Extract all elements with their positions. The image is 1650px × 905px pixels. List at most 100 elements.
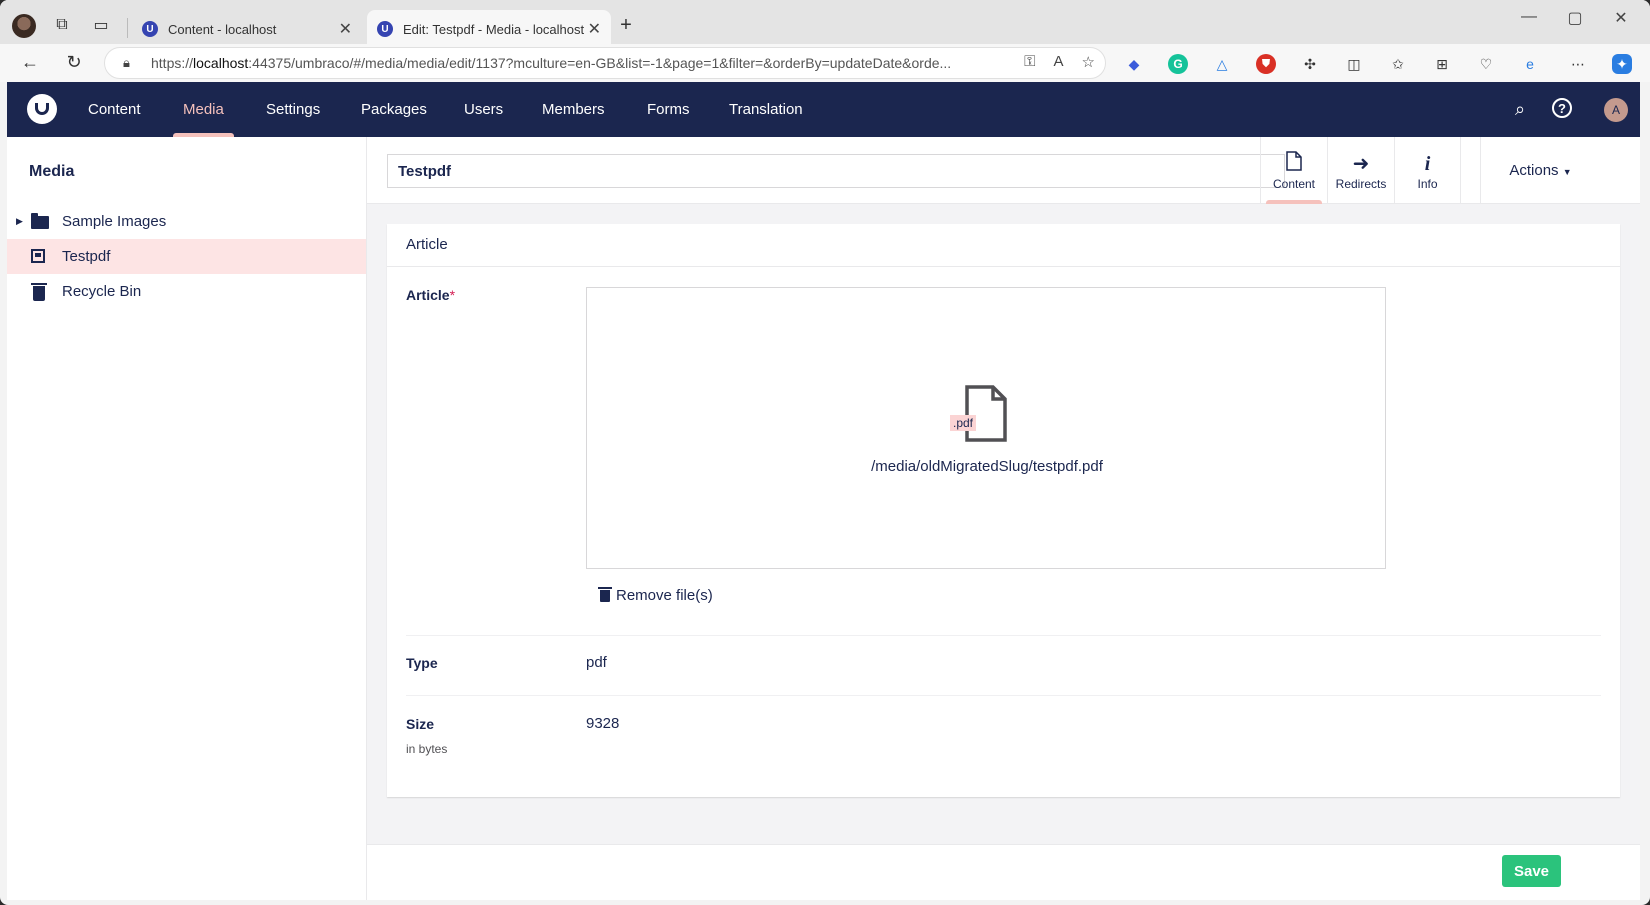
umbraco-logo-icon[interactable] <box>27 94 57 124</box>
lock-icon[interactable]: 🔒︎ <box>123 55 130 71</box>
sidebar-title[interactable]: Media <box>29 163 74 181</box>
performance-icon[interactable]: ♡ <box>1476 54 1496 74</box>
tree-item-label: Recycle Bin <box>62 283 142 300</box>
split-screen-icon[interactable]: ◫ <box>1344 54 1364 74</box>
type-value: pdf <box>586 654 607 671</box>
user-avatar[interactable]: A <box>1604 98 1628 122</box>
top-navigation: Content Media Settings Packages Users Me… <box>7 82 1640 137</box>
url-host: localhost <box>193 55 249 71</box>
property-divider <box>406 695 1601 696</box>
media-tree-sidebar: Media ▶ Sample Images Testpdf Recycle Bi… <box>7 137 367 900</box>
file-path-link[interactable]: /media/oldMigratedSlug/testpdf.pdf <box>587 458 1387 475</box>
property-divider <box>406 635 1601 636</box>
umbraco-favicon-icon: U <box>377 21 393 37</box>
browser-tab-media[interactable]: U Edit: Testpdf - Media - localhost ✕ <box>367 10 611 48</box>
new-tab-icon[interactable]: + <box>615 14 637 36</box>
tree-item-sample-images[interactable]: ▶ Sample Images <box>7 204 366 239</box>
nav-media[interactable]: Media <box>173 82 234 137</box>
close-tab-icon[interactable]: ✕ <box>339 19 352 39</box>
ublock-icon[interactable]: ⛊ <box>1256 54 1276 74</box>
arrow-right-icon: ➜ <box>1352 152 1370 175</box>
url-rest: :44375/umbraco/#/media/media/edit/1137?m… <box>248 55 952 71</box>
size-description: in bytes <box>406 742 448 756</box>
nav-content[interactable]: Content <box>88 82 141 137</box>
media-editor: Content ➜ Redirects i Info Actions ▼ Art… <box>367 137 1640 900</box>
tab-actions-icon[interactable]: ▭ <box>90 14 112 36</box>
nav-packages[interactable]: Packages <box>361 82 427 137</box>
media-file-icon <box>31 248 47 265</box>
app-tab-label: Redirects <box>1335 176 1387 191</box>
url-prefix: https:// <box>151 55 194 71</box>
back-icon[interactable]: ← <box>18 52 42 73</box>
read-aloud-icon[interactable]: A <box>1054 53 1064 71</box>
app-tab-label: Content <box>1272 176 1316 191</box>
pdf-file-icon <box>965 385 1007 442</box>
app-tab-info[interactable]: i Info <box>1394 137 1461 204</box>
settings-more-icon[interactable]: ⋯ <box>1568 54 1588 74</box>
copilot-icon[interactable]: ✦ <box>1612 54 1632 74</box>
tree-item-testpdf[interactable]: Testpdf <box>7 239 366 274</box>
favorites-icon[interactable]: ✩ <box>1388 54 1408 74</box>
size-value: 9328 <box>586 715 620 732</box>
editor-header: Content ➜ Redirects i Info Actions ▼ <box>367 137 1640 204</box>
editor-footer: Save <box>367 844 1640 900</box>
caret-down-icon: ▼ <box>1562 167 1572 177</box>
remove-files-label: Remove file(s) <box>616 587 713 604</box>
browser-tab-title: Edit: Testpdf - Media - localhost <box>403 21 585 37</box>
remove-files-button[interactable]: Remove file(s) <box>598 586 713 604</box>
close-window-icon[interactable]: ✕ <box>1606 8 1636 28</box>
browser-essentials-icon[interactable]: e <box>1520 54 1540 74</box>
browser-tabstrip: ⧉ ▭ U Content - localhost ✕ U Edit: Test… <box>0 0 1650 50</box>
tree-item-label: Testpdf <box>62 248 111 265</box>
app-tab-redirects[interactable]: ➜ Redirects <box>1327 137 1394 204</box>
required-marker: * <box>449 287 456 303</box>
extension-shield-icon[interactable]: ◆ <box>1124 54 1144 74</box>
file-preview-box[interactable]: .pdf /media/oldMigratedSlug/testpdf.pdf <box>586 287 1386 569</box>
file-extension-badge: .pdf <box>950 415 977 431</box>
umbraco-favicon-icon: U <box>142 21 158 37</box>
favorite-star-icon[interactable]: ☆ <box>1082 53 1095 71</box>
close-tab-icon[interactable]: ✕ <box>588 19 601 39</box>
extension-triangle-icon[interactable]: △ <box>1212 54 1232 74</box>
trash-icon <box>31 282 49 301</box>
actions-label: Actions <box>1509 162 1559 179</box>
help-icon[interactable]: ? <box>1552 98 1572 118</box>
nav-forms[interactable]: Forms <box>647 82 690 137</box>
nav-translation[interactable]: Translation <box>729 82 803 137</box>
grammarly-icon[interactable]: G <box>1168 54 1188 74</box>
document-icon <box>1286 150 1302 177</box>
url-actions: ⚿ A ☆ <box>1018 53 1095 71</box>
app-tab-content[interactable]: Content <box>1260 137 1327 204</box>
app-tab-label: Info <box>1417 176 1438 191</box>
workspaces-icon[interactable]: ⧉ <box>51 14 73 36</box>
folder-icon <box>31 212 49 230</box>
key-icon[interactable]: ⚿ <box>1024 53 1035 71</box>
maximize-icon[interactable]: ▢ <box>1560 8 1590 28</box>
property-group-panel: Article Article* .pdf /media/oldMigrated… <box>387 224 1620 797</box>
tab-separator <box>127 18 128 38</box>
expand-caret-icon[interactable]: ▶ <box>16 216 23 227</box>
media-name-input[interactable] <box>387 154 1285 188</box>
actions-dropdown-button[interactable]: Actions ▼ <box>1480 137 1600 204</box>
nav-members[interactable]: Members <box>542 82 605 137</box>
refresh-icon[interactable]: ↻ <box>62 52 86 73</box>
tree-item-label: Sample Images <box>62 213 167 230</box>
nav-users[interactable]: Users <box>464 82 503 137</box>
save-button[interactable]: Save <box>1502 855 1561 887</box>
address-bar: ← ↻ 🔒︎ https://localhost:44375/umbraco/#… <box>0 44 1650 82</box>
profile-avatar[interactable] <box>12 14 36 38</box>
group-title: Article <box>387 224 1620 267</box>
umbraco-app: Content Media Settings Packages Users Me… <box>7 82 1640 900</box>
browser-window: ⧉ ▭ U Content - localhost ✕ U Edit: Test… <box>0 0 1650 905</box>
info-icon: i <box>1424 152 1431 175</box>
collections-icon[interactable]: ⊞ <box>1432 54 1452 74</box>
search-icon[interactable]: ⌕ <box>1509 98 1531 120</box>
extensions-puzzle-icon[interactable]: ✣ <box>1300 54 1320 74</box>
article-label-text: Article <box>406 287 450 303</box>
tree-item-recycle-bin[interactable]: Recycle Bin <box>7 274 366 309</box>
url-field[interactable]: 🔒︎ https://localhost:44375/umbraco/#/med… <box>104 47 1106 79</box>
nav-settings[interactable]: Settings <box>266 82 320 137</box>
browser-tab-content[interactable]: U Content - localhost ✕ <box>132 10 362 48</box>
minimize-icon[interactable]: — <box>1514 8 1544 26</box>
trash-icon <box>598 586 612 602</box>
